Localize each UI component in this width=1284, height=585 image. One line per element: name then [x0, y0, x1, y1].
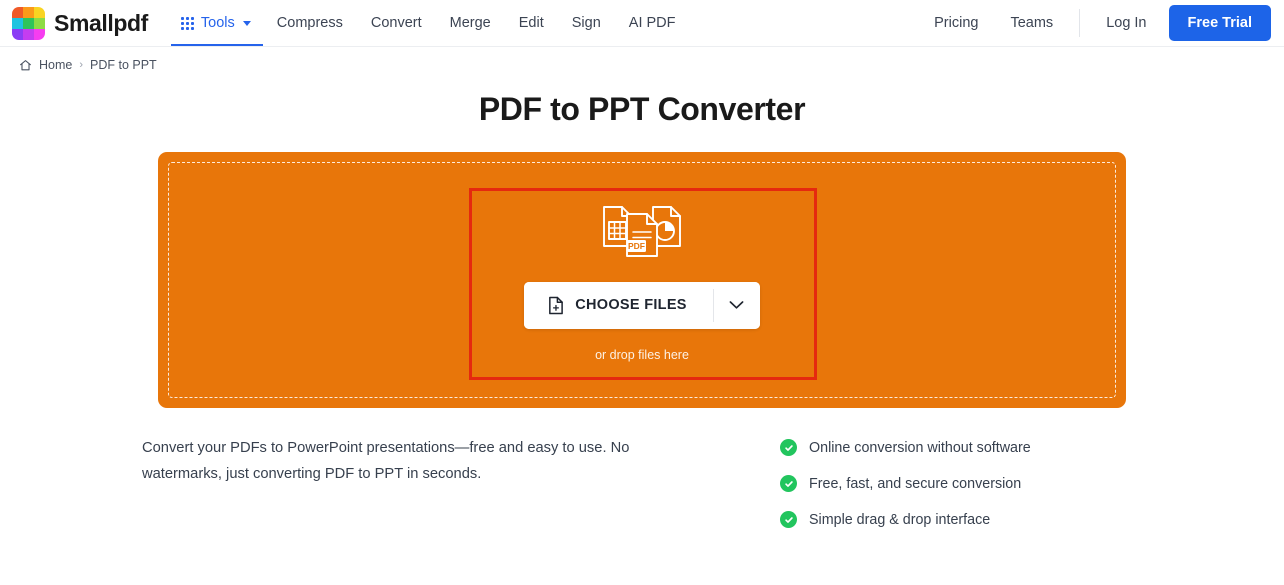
secondary-nav: Pricing Teams Log In Free Trial [918, 0, 1284, 46]
file-plus-icon [547, 296, 564, 315]
page-title: PDF to PPT Converter [478, 91, 806, 127]
check-circle-icon [780, 475, 797, 492]
choose-files-label: CHOOSE FILES [575, 297, 687, 313]
nav-item-sign[interactable]: Sign [558, 0, 615, 46]
tool-description: Convert your PDFs to PowerPoint presenta… [142, 440, 630, 482]
check-circle-icon [780, 511, 797, 528]
breadcrumb: Home › PDF to PPT [0, 47, 1284, 72]
chevron-down-icon [242, 20, 251, 26]
bottom-content: Convert your PDFs to PowerPoint presenta… [137, 436, 1147, 528]
choose-files-control: CHOOSE FILES [524, 281, 760, 329]
home-icon [19, 59, 32, 72]
svg-text:PDF: PDF [628, 241, 645, 251]
nav-divider [1079, 9, 1081, 37]
nav-item-convert[interactable]: Convert [357, 0, 436, 46]
choose-files-button[interactable]: CHOOSE FILES [524, 281, 713, 329]
nav-item-pricing[interactable]: Pricing [918, 0, 994, 46]
brand-name: Smallpdf [54, 9, 148, 36]
feature-item: Simple drag & drop interface [780, 511, 1031, 528]
feature-label: Simple drag & drop interface [809, 511, 991, 528]
feature-item: Online conversion without software [780, 439, 1031, 456]
nav-tools-label: Tools [200, 15, 235, 31]
pdf-to-ppt-documents-icon: PDF [599, 201, 685, 266]
primary-nav: Tools Compress Convert Merge Edit Sign A… [170, 0, 690, 46]
apps-grid-icon [180, 16, 194, 30]
file-dropzone[interactable]: PDF CHOOSE FILES or drop files here [158, 152, 1126, 408]
dropzone-wrapper: PDF CHOOSE FILES or drop files here [158, 152, 1126, 408]
feature-list: Online conversion without software Free,… [780, 436, 1031, 528]
site-header: Smallpdf Tools Compress Convert Merge Ed… [0, 0, 1284, 47]
dropzone-dashed-area: PDF CHOOSE FILES or drop files here [168, 162, 1116, 398]
nav-tools-menu[interactable]: Tools [170, 0, 263, 46]
nav-item-merge[interactable]: Merge [436, 0, 505, 46]
free-trial-button[interactable]: Free Trial [1168, 5, 1271, 41]
login-link[interactable]: Log In [1090, 0, 1162, 46]
smallpdf-logo-icon [12, 6, 45, 40]
drop-files-hint: or drop files here [595, 347, 689, 362]
brand-logo[interactable]: Smallpdf [12, 0, 148, 46]
nav-item-compress[interactable]: Compress [263, 0, 357, 46]
feature-item: Free, fast, and secure conversion [780, 475, 1031, 492]
feature-label: Online conversion without software [809, 439, 1031, 456]
feature-label: Free, fast, and secure conversion [809, 475, 1022, 492]
breadcrumb-separator: › [79, 59, 84, 71]
chevron-down-icon [729, 300, 744, 310]
nav-item-ai-pdf[interactable]: AI PDF [615, 0, 690, 46]
check-circle-icon [780, 439, 797, 456]
choose-files-dropdown-button[interactable] [713, 281, 760, 329]
nav-item-teams[interactable]: Teams [994, 0, 1069, 46]
breadcrumb-home[interactable]: Home [39, 58, 72, 72]
breadcrumb-current[interactable]: PDF to PPT [90, 58, 157, 72]
nav-item-edit[interactable]: Edit [505, 0, 558, 46]
